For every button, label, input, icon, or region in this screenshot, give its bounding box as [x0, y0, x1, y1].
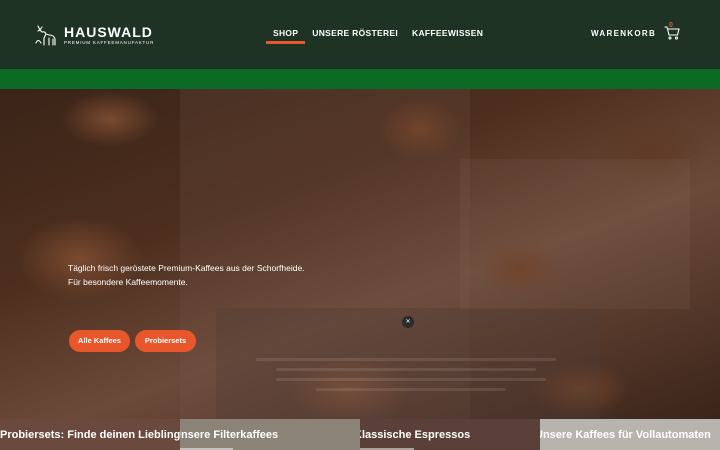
close-icon[interactable]: ✕ — [402, 316, 414, 328]
brand-tagline: PREMIUM KAFFEEMANUFAKTUR — [64, 39, 155, 45]
shopping-cart-icon: 0 — [664, 22, 680, 40]
deer-logo-icon — [35, 25, 56, 46]
green-band — [0, 69, 720, 89]
tile-probiersets[interactable]: Probiersets: Finde deinen Lieblingskaffe… — [0, 419, 180, 450]
site-header: HAUSWALD PREMIUM KAFFEEMANUFAKTUR SHOP U… — [0, 0, 720, 69]
faded-overlay-panel: ✕ — [216, 308, 600, 419]
faded-text-line — [276, 368, 536, 371]
hero-text-line-1: Täglich frisch geröstete Premium-Kaffees… — [68, 263, 305, 273]
brand-logo[interactable]: HAUSWALD PREMIUM KAFFEEMANUFAKTUR — [33, 22, 154, 48]
tile-filterkaffees[interactable]: Unsere Filterkaffees — [180, 419, 360, 450]
hero-overlay-secondary — [460, 159, 690, 309]
faded-text-line — [276, 378, 546, 381]
category-tiles: Probiersets: Finde deinen Lieblingskaffe… — [0, 419, 720, 450]
faded-text-line — [256, 358, 556, 361]
nav-unsere-roesterei[interactable]: UNSERE RÖSTEREI — [305, 28, 405, 44]
cart-label: WARENKORB — [591, 28, 657, 38]
nav-kaffeewissen[interactable]: KAFFEEWISSEN — [405, 28, 490, 44]
cart-count: 0 — [669, 22, 673, 29]
sample-sets-button[interactable]: Probiersets — [135, 330, 196, 352]
tile-title: Unsere Filterkaffees — [180, 429, 279, 441]
tile-title: Klassische Espressos — [360, 429, 471, 441]
brand-name: HAUSWALD — [64, 23, 153, 40]
cart-button[interactable]: WARENKORB 0 — [591, 22, 680, 40]
hero-text-line-2: Für besondere Kaffeemomente. — [68, 277, 188, 287]
main-nav: SHOP UNSERE RÖSTEREI KAFFEEWISSEN — [266, 28, 490, 44]
faded-text-line — [316, 388, 506, 391]
tile-espressos[interactable]: Klassische Espressos — [360, 419, 540, 450]
tile-title: Unsere Kaffees für Vollautomaten — [540, 429, 711, 441]
tile-title: Probiersets: Finde deinen Lieblingskaffe… — [0, 429, 180, 441]
tile-vollautomaten[interactable]: Unsere Kaffees für Vollautomaten — [540, 419, 720, 450]
all-coffees-button[interactable]: Alle Kaffees — [69, 330, 130, 352]
nav-shop[interactable]: SHOP — [266, 28, 306, 44]
